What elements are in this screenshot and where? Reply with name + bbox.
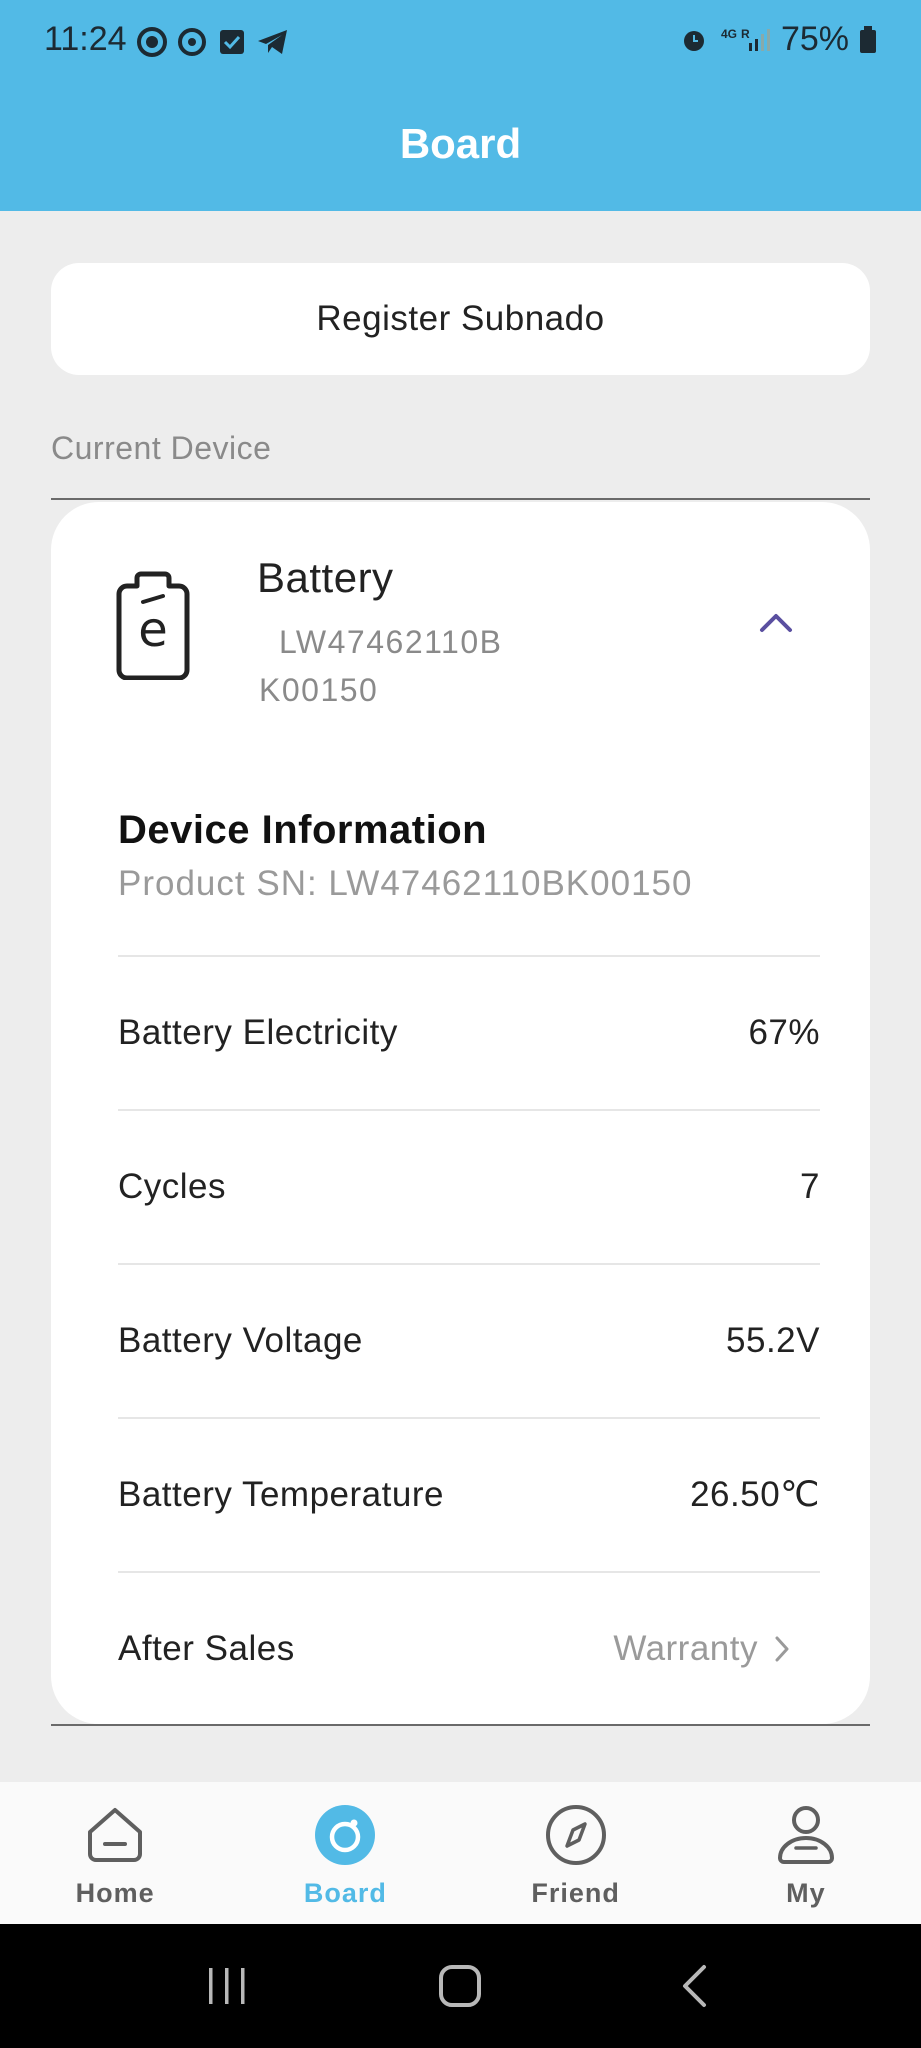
divider <box>51 1724 870 1726</box>
product-sn-prefix: Product SN: <box>118 864 329 903</box>
svg-text:R: R <box>741 27 750 41</box>
back-button[interactable] <box>644 1946 744 2026</box>
person-icon <box>775 1804 837 1866</box>
alarm-icon <box>683 30 704 51</box>
nav-item-my[interactable]: My <box>691 1782 921 1924</box>
register-subnado-button[interactable]: Register Subnado <box>51 263 870 375</box>
nav-item-friend[interactable]: Friend <box>461 1782 691 1924</box>
svg-text:e: e <box>138 602 168 658</box>
record-icon <box>137 27 167 57</box>
row-value: 67% <box>748 1013 820 1052</box>
board-icon <box>314 1804 376 1866</box>
status-bar: 11:24 4G R 75% <box>0 0 921 84</box>
battery-percent: 75% <box>780 20 849 58</box>
sync-icon <box>178 28 206 56</box>
app-header: Board <box>0 84 921 211</box>
device-card: e Battery LW47462110B K00150 Device Info… <box>51 502 870 1724</box>
row-label: Battery Voltage <box>118 1321 363 1360</box>
product-sn-value: LW47462110BK00150 <box>328 864 693 903</box>
nav-label: My <box>786 1878 826 1908</box>
recents-button[interactable] <box>177 1946 277 2026</box>
row-battery-temperature: Battery Temperature 26.50℃ <box>118 1417 820 1571</box>
recents-icon <box>208 1968 245 2004</box>
current-device-label: Current Device <box>51 430 272 466</box>
checkbox-icon <box>220 30 244 54</box>
telegram-icon <box>258 30 287 54</box>
signal-4g-icon: 4G R <box>721 27 770 51</box>
status-right: 4G R 75% <box>679 20 877 59</box>
nav-label: Home <box>75 1878 155 1908</box>
row-label: Battery Temperature <box>118 1475 444 1514</box>
battery-device-icon: e <box>116 571 190 680</box>
row-after-sales[interactable]: After Sales Warranty <box>118 1571 820 1725</box>
compass-icon <box>545 1804 607 1866</box>
device-sn-line1: LW47462110B <box>279 624 503 660</box>
row-label: After Sales <box>118 1629 295 1668</box>
page-title: Board <box>399 120 522 167</box>
system-nav-bar <box>0 1924 921 2048</box>
row-label: Cycles <box>118 1167 227 1206</box>
nav-label: Friend <box>531 1878 620 1908</box>
chevron-up-icon <box>760 614 792 632</box>
home-icon <box>84 1804 146 1866</box>
nav-item-board[interactable]: Board <box>230 1782 460 1924</box>
battery-icon <box>860 25 876 53</box>
home-system-button[interactable] <box>410 1946 510 2026</box>
svg-text:4G: 4G <box>721 27 737 41</box>
device-sn-line2: K00150 <box>259 672 379 708</box>
status-time: 11:24 <box>44 20 127 58</box>
device-name: Battery <box>257 554 394 601</box>
row-cycles: Cycles 7 <box>118 1109 820 1263</box>
bottom-nav: Home Board Friend My <box>0 1782 921 1924</box>
row-value: 55.2V <box>726 1321 820 1360</box>
row-value: 7 <box>800 1167 820 1206</box>
device-info-title: Device Information <box>118 808 488 852</box>
back-icon <box>683 1965 707 2007</box>
product-sn: Product SN: LW47462110BK00150 <box>118 864 692 904</box>
chevron-right-icon <box>775 1636 789 1662</box>
home-square-icon <box>439 1965 482 2007</box>
warranty-link[interactable]: Warranty <box>613 1629 820 1669</box>
nav-label: Board <box>303 1878 387 1908</box>
notification-icons <box>136 26 290 58</box>
row-value: 26.50℃ <box>690 1475 820 1514</box>
row-label: Battery Electricity <box>118 1013 398 1052</box>
collapse-button[interactable] <box>751 602 801 642</box>
divider <box>51 498 870 500</box>
row-battery-electricity: Battery Electricity 67% <box>118 955 820 1109</box>
nav-item-home[interactable]: Home <box>0 1782 230 1924</box>
row-value: Warranty <box>613 1629 758 1668</box>
device-info-list: Battery Electricity 67% Cycles 7 Battery… <box>118 955 820 1725</box>
row-battery-voltage: Battery Voltage 55.2V <box>118 1263 820 1417</box>
